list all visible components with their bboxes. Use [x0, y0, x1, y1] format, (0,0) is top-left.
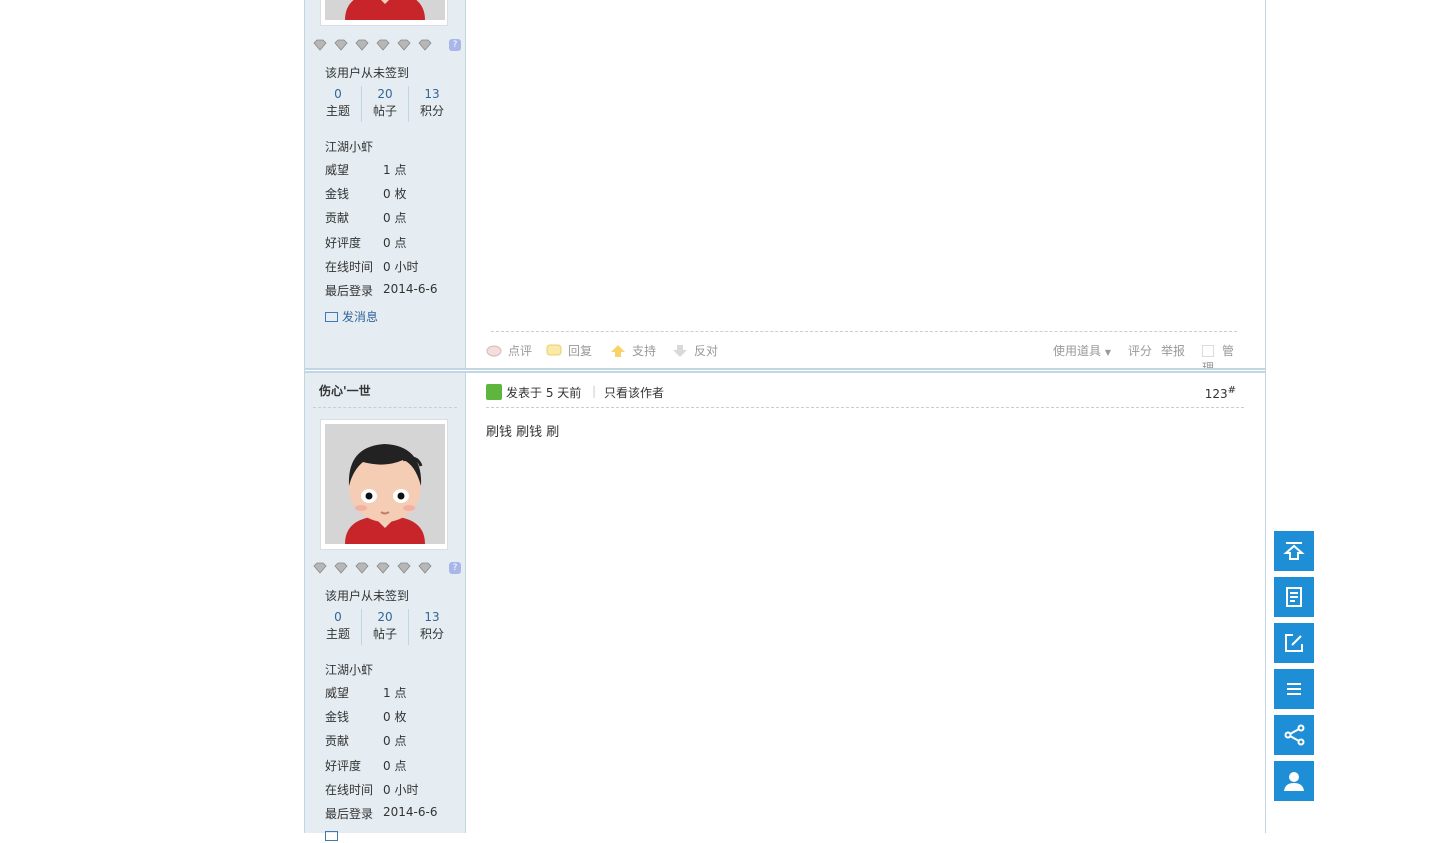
- post-footer-divider: [491, 331, 1237, 332]
- support-button[interactable]: 支持: [610, 342, 656, 359]
- diamond-icon: [313, 562, 327, 574]
- help-icon[interactable]: ?: [449, 39, 461, 51]
- comment-button[interactable]: 点评: [486, 342, 532, 359]
- new-post-icon: [1285, 634, 1303, 652]
- use-tool-dropdown[interactable]: 使用道具 ▼: [1053, 342, 1111, 359]
- header-separator: |: [592, 384, 597, 398]
- post-header: 发表于 5 天前 | 只看该作者 123#: [486, 383, 1244, 401]
- checkbox-icon: [1202, 345, 1214, 357]
- envelope-icon: [325, 312, 338, 322]
- user-level-stars: ?: [313, 39, 463, 53]
- user-rank[interactable]: 江湖小虾: [325, 661, 373, 678]
- reply-button[interactable]: 回复: [546, 342, 592, 359]
- forum-list-button[interactable]: [1274, 669, 1314, 709]
- user-stats: 0 主题 20 帖子 13 积分: [315, 609, 455, 645]
- diamond-icon: [418, 39, 432, 51]
- signin-status: 该用户从未签到: [325, 66, 410, 80]
- user-level-stars: ?: [313, 562, 463, 576]
- author-username[interactable]: 伤心'一世: [319, 382, 371, 399]
- user-icon: [1284, 772, 1304, 791]
- author-sidebar: ? 该用户从未签到 0 主题 20 帖子 13 积分 江湖小虾 威望 1 点 金钱…: [305, 0, 466, 368]
- signin-status: 该用户从未签到: [325, 589, 410, 603]
- reply-icon: [546, 344, 562, 358]
- diamond-icon: [376, 562, 390, 574]
- user-center-button[interactable]: [1274, 761, 1314, 801]
- diamond-icon: [355, 562, 369, 574]
- post-time: 发表于 5 天前: [506, 386, 582, 400]
- avatar[interactable]: [320, 0, 448, 26]
- thread-container: ? 该用户从未签到 0 主题 20 帖子 13 积分 江湖小虾 威望 1 点 金钱…: [304, 0, 1266, 841]
- forum-list-icon: [1287, 683, 1301, 695]
- help-icon[interactable]: ?: [449, 562, 461, 574]
- comment-icon: [486, 344, 502, 358]
- chevron-down-icon: ▼: [1104, 348, 1111, 357]
- back-to-top-icon: [1283, 542, 1305, 560]
- rate-button[interactable]: 评分: [1128, 342, 1152, 359]
- only-author-link[interactable]: 只看该作者: [604, 384, 664, 401]
- post-header-divider: [486, 407, 1244, 408]
- stat-posts[interactable]: 20 帖子: [362, 609, 408, 643]
- oppose-button[interactable]: 反对: [672, 342, 718, 359]
- share-button[interactable]: [1274, 715, 1314, 755]
- post-body: 刷钱 刷钱 刷: [486, 425, 560, 440]
- diamond-icon: [334, 39, 348, 51]
- diamond-icon: [418, 562, 432, 574]
- send-message-link[interactable]: [325, 829, 342, 843]
- post-actions-bar: 点评 回复 支持 反对 使用道具 ▼ 评分 举报 管理: [486, 340, 1244, 375]
- avatar-image: [325, 424, 445, 544]
- user-stats: 0 主题 20 帖子 13 积分: [315, 86, 455, 122]
- diamond-icon: [397, 39, 411, 51]
- send-message-link[interactable]: 发消息: [325, 308, 378, 325]
- stat-topics[interactable]: 0 主题: [315, 609, 361, 643]
- stat-credits[interactable]: 13 积分: [409, 86, 455, 120]
- thumb-down-icon: [672, 344, 688, 358]
- quick-reply-button[interactable]: [1274, 577, 1314, 617]
- diamond-icon: [355, 39, 369, 51]
- quick-reply-icon: [1286, 587, 1302, 607]
- stat-posts[interactable]: 20 帖子: [362, 86, 408, 120]
- avatar-image: [325, 0, 445, 20]
- stat-topics[interactable]: 0 主题: [315, 86, 361, 120]
- stat-credits[interactable]: 13 积分: [409, 609, 455, 643]
- back-to-top-button[interactable]: [1274, 531, 1314, 571]
- online-user-icon: [486, 384, 502, 400]
- new-post-button[interactable]: [1274, 623, 1314, 663]
- user-rank[interactable]: 江湖小虾: [325, 138, 373, 155]
- diamond-icon: [334, 562, 348, 574]
- author-sidebar: 伤心'一世 ? 该用户从未签到 0 主题 20 帖子 13 积分 江湖小虾 威望…: [305, 373, 466, 841]
- diamond-icon: [313, 39, 327, 51]
- diamond-icon: [397, 562, 411, 574]
- report-button[interactable]: 举报: [1161, 342, 1185, 359]
- avatar[interactable]: [320, 419, 448, 550]
- thumb-up-icon: [610, 344, 626, 358]
- floor-number[interactable]: 123#: [1205, 385, 1236, 401]
- share-icon: [1284, 724, 1305, 746]
- diamond-icon: [376, 39, 390, 51]
